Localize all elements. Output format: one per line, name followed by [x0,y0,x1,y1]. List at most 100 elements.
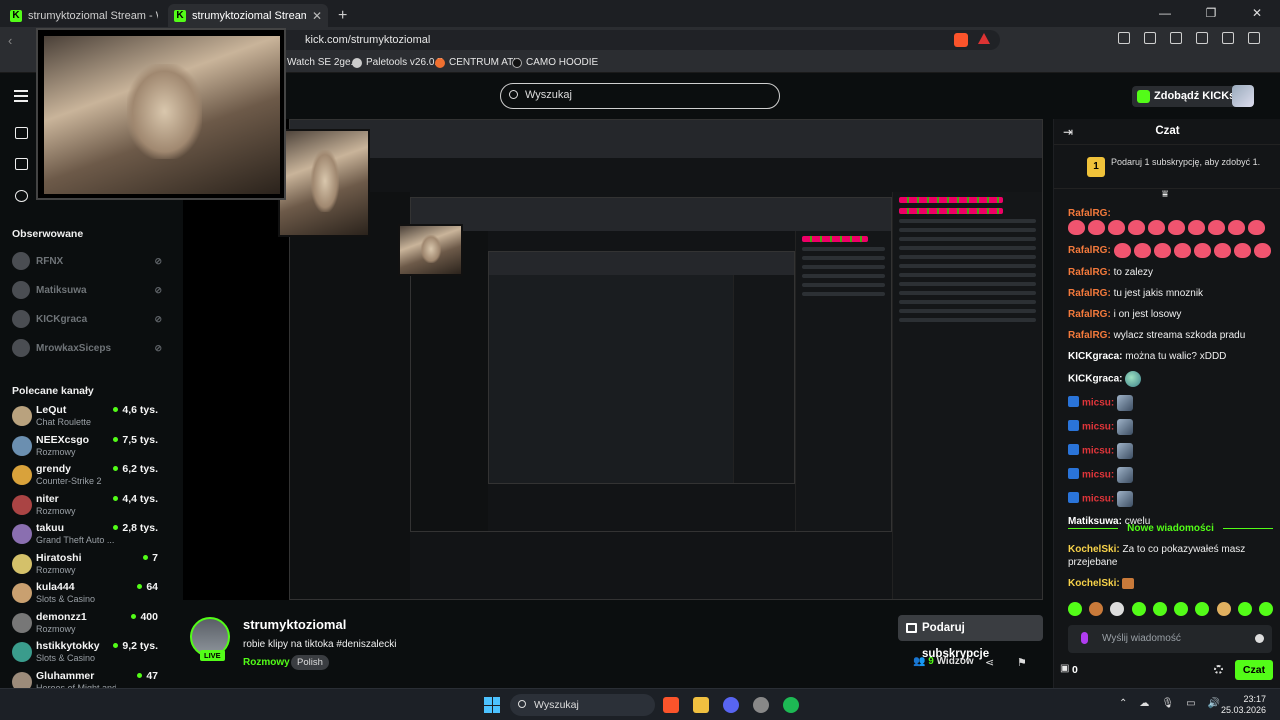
recommended-channel[interactable]: grendy Counter-Strike 2 6,2 tys. [12,463,162,491]
recommended-channel[interactable]: niter Rozmowy 4,4 tys. [12,493,162,521]
pinned-icon[interactable]: ⩸ [1162,189,1168,200]
pip-video[interactable] [36,28,286,200]
chat-username[interactable]: KICKgraca [1068,351,1119,362]
start-icon[interactable] [484,697,500,713]
cloud-icon[interactable]: ☁ [1139,698,1149,709]
bookmark[interactable]: CAMO HOODIE [512,57,598,68]
gear-icon[interactable] [1214,665,1223,674]
taskbar-search[interactable]: Wyszukaj [510,694,655,716]
chat-username[interactable]: micsu [1082,446,1111,457]
bookmark[interactable]: Paletools v26.0.7 [352,57,443,68]
share-icon[interactable]: ⋖ [985,656,994,669]
browser-tab-2[interactable]: K strumyktoziomal Stream - Watch Live ✕ [168,4,328,27]
chat-username[interactable]: micsu [1082,494,1111,505]
spotify-icon[interactable] [783,697,799,713]
language-tag[interactable]: Polish [291,655,329,670]
brave-shield-icon[interactable] [954,33,968,47]
recommended-channel[interactable]: takuu Grand Theft Auto ... 2,8 tys. [12,522,162,550]
video-player[interactable] [183,119,1043,600]
recommended-channel[interactable]: demonzz1 Rozmowy 400 [12,611,162,639]
emote-icon[interactable] [1152,602,1167,616]
chat-username[interactable]: RafalRG [1068,309,1107,320]
menu-icon[interactable] [14,90,28,105]
brave-icon[interactable] [663,697,679,713]
network-icon[interactable]: ▭ [1186,698,1195,709]
chat-username[interactable]: micsu [1082,470,1111,481]
emote-icon[interactable] [1195,602,1210,616]
home-icon[interactable] [15,127,28,139]
sidebar-icon[interactable] [1170,32,1182,44]
new-messages-divider[interactable]: Nowe wiadomości [1068,523,1273,535]
bookmark[interactable]: CENTRUM ATK [435,57,520,68]
gift-goal-banner[interactable]: 1 Podaruj 1 subskrypcję, aby zdobyć 1. [1054,145,1280,189]
nested-webcam [398,224,463,276]
emote-icon[interactable] [1068,602,1082,616]
maximize-icon[interactable]: ❐ [1188,0,1234,27]
chat-username[interactable]: KochelSki [1068,544,1116,555]
chat-username[interactable]: RafalRG [1068,245,1107,256]
followed-channel[interactable]: KICKgraca ⊘ [12,310,162,328]
menu-icon[interactable] [1248,32,1260,44]
browse-icon[interactable] [15,158,28,170]
chat-username[interactable]: KochelSki [1068,578,1116,589]
browser-tab-1[interactable]: K strumyktoziomal Stream - Watch Live [4,4,164,27]
following-icon[interactable] [15,190,28,202]
new-tab-button[interactable]: + [338,7,347,25]
volume-icon[interactable]: 🔊 [1208,698,1220,709]
emote-icon[interactable] [1237,602,1252,616]
vpn-icon[interactable] [1222,32,1234,44]
emote-icon[interactable] [1131,602,1146,616]
chevron-up-icon[interactable]: ⌃ [1119,698,1127,709]
clock[interactable]: 23:17 25.03.2026 [1221,694,1266,716]
minimize-icon[interactable]: — [1142,0,1188,27]
close-window-icon[interactable]: ✕ [1234,0,1280,27]
followed-channel[interactable]: MrowkaxSiceps ⊘ [12,339,162,357]
mic-icon[interactable] [1081,632,1088,644]
file-explorer-icon[interactable] [693,697,709,713]
discord-icon[interactable] [723,697,739,713]
stream-category[interactable]: Rozmowy [243,657,290,668]
send-chat-button[interactable]: Czat [1235,660,1273,680]
emoji-icon[interactable] [1255,634,1264,643]
report-icon[interactable]: ⚑ [1017,656,1027,669]
back-icon[interactable]: ‹ [8,33,12,48]
streamer-name[interactable]: strumyktoziomal [243,617,346,632]
chat-username[interactable]: micsu [1082,422,1111,433]
bookmark[interactable]: Watch SE 2ge... [287,57,359,68]
emote-icon[interactable] [1089,602,1104,616]
mic-tray-icon[interactable]: 🎙 [1161,698,1174,709]
emote-icon[interactable] [1216,602,1231,616]
get-kicks-button[interactable]: Zdobądź KICKs [1132,86,1243,107]
bookmark-label: CENTRUM ATK [449,57,520,68]
user-avatar[interactable] [1232,85,1254,107]
emote-icon[interactable] [1258,602,1273,616]
wallet-icon[interactable] [1196,32,1208,44]
emote-icon[interactable] [1110,602,1125,616]
close-tab-icon[interactable]: ✕ [312,9,322,23]
emote-icon[interactable] [1174,602,1189,616]
extension-icon[interactable] [1118,32,1130,44]
recommended-channel[interactable]: Hiratoshi Rozmowy 7 [12,552,162,580]
chat-username[interactable]: RafalRG [1068,208,1107,219]
bookmark-label: CAMO HOODIE [526,57,599,68]
followed-channel[interactable]: RFNX ⊘ [12,252,162,270]
recommended-channel[interactable]: LeQut Chat Roulette 4,6 tys. [12,404,162,432]
recommended-channel[interactable]: kula444 Slots & Casino 64 [12,581,162,609]
recommended-channel[interactable]: hstikkytokky Slots & Casino 9,2 tys. [12,640,162,668]
chat-username[interactable]: RafalRG [1068,330,1107,341]
followed-channel[interactable]: Matiksuwa ⊘ [12,281,162,299]
recommended-channel[interactable]: NEEXcsgo Rozmowy 7,5 tys. [12,434,162,462]
chat-username[interactable]: KICKgraca [1068,374,1119,385]
channel-category: Rozmowy [36,564,76,575]
extension-icon[interactable] [1144,32,1156,44]
chat-username[interactable]: RafalRG [1068,267,1107,278]
gift-subscription-button[interactable]: Podaruj subskrypcje [898,615,1043,660]
url-field[interactable]: kick.com/strumyktoziomal [250,30,1000,50]
chat-input[interactable]: Wyślij wiadomość [1068,625,1272,653]
search-icon [518,700,526,708]
chat-username[interactable]: micsu [1082,398,1111,409]
chat-username[interactable]: RafalRG [1068,288,1107,299]
search-input[interactable]: Wyszukaj [500,83,780,109]
steam-icon[interactable] [753,697,769,713]
brave-rewards-icon[interactable] [978,33,990,44]
